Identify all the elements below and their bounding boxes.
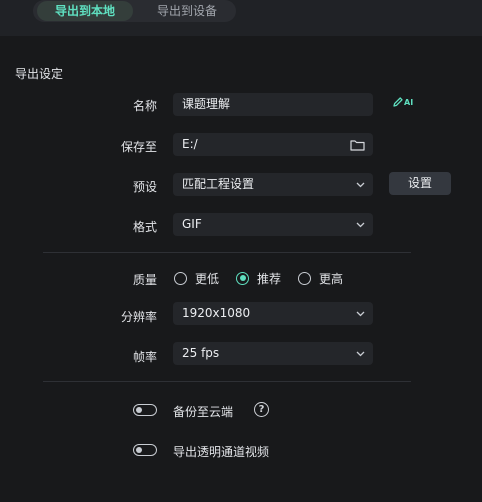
cloud-backup-label: 备份至云端: [173, 405, 234, 419]
cloud-backup-toggle[interactable]: [133, 404, 157, 416]
quality-option-label: 推荐: [257, 271, 282, 286]
name-label: 名称: [132, 99, 157, 113]
chevron-down-icon: [356, 173, 365, 196]
framerate-value: 25 fps: [182, 346, 220, 360]
preset-value: 匹配工程设置: [182, 177, 255, 191]
name-field[interactable]: 课题理解: [173, 93, 373, 116]
quality-option-label: 更低: [195, 271, 220, 286]
divider: [43, 381, 411, 382]
preset-label: 预设: [132, 180, 157, 194]
radio-selected-icon: [236, 271, 249, 285]
framerate-dropdown[interactable]: 25 fps: [173, 342, 373, 365]
pen-icon: [393, 97, 403, 107]
folder-icon[interactable]: [350, 133, 365, 156]
chevron-down-icon: [356, 213, 365, 236]
transparent-channel-label: 导出透明通道视频: [173, 445, 270, 459]
format-value: GIF: [182, 217, 202, 231]
save-to-label: 保存至: [120, 140, 157, 154]
ai-icon-text: AI: [404, 97, 414, 107]
chevron-down-icon: [356, 302, 365, 325]
resolution-dropdown[interactable]: 1920x1080: [173, 302, 373, 325]
quality-option-lower[interactable]: 更低: [174, 270, 219, 286]
transparent-channel-toggle[interactable]: [133, 444, 157, 456]
chevron-down-icon: [356, 342, 365, 365]
preset-settings-button[interactable]: 设置: [389, 172, 451, 195]
resolution-value: 1920x1080: [182, 306, 251, 320]
export-target-tabs: 导出到本地 导出到设备: [33, 0, 236, 22]
ai-rename-button[interactable]: AI: [392, 96, 413, 108]
divider: [43, 252, 411, 253]
preset-dropdown[interactable]: 匹配工程设置: [173, 173, 373, 196]
help-icon[interactable]: ?: [254, 402, 269, 417]
quality-label: 质量: [132, 273, 157, 287]
name-value: 课题理解: [182, 97, 231, 111]
section-title: 导出设定: [15, 67, 64, 81]
radio-icon: [174, 271, 187, 285]
save-path-field[interactable]: E:/: [173, 133, 373, 156]
quality-option-higher[interactable]: 更高: [298, 270, 343, 286]
format-label: 格式: [132, 220, 157, 234]
tab-export-local[interactable]: 导出到本地: [37, 1, 133, 21]
radio-icon: [298, 271, 311, 285]
quality-option-label: 更高: [319, 271, 344, 286]
format-dropdown[interactable]: GIF: [173, 213, 373, 236]
resolution-label: 分辨率: [120, 310, 157, 324]
save-path-value: E:/: [182, 137, 198, 151]
quality-option-recommended[interactable]: 推荐: [236, 270, 281, 286]
tab-export-device[interactable]: 导出到设备: [139, 1, 235, 21]
framerate-label: 帧率: [132, 350, 157, 364]
export-tab-bar: 导出到本地 导出到设备: [0, 0, 482, 36]
